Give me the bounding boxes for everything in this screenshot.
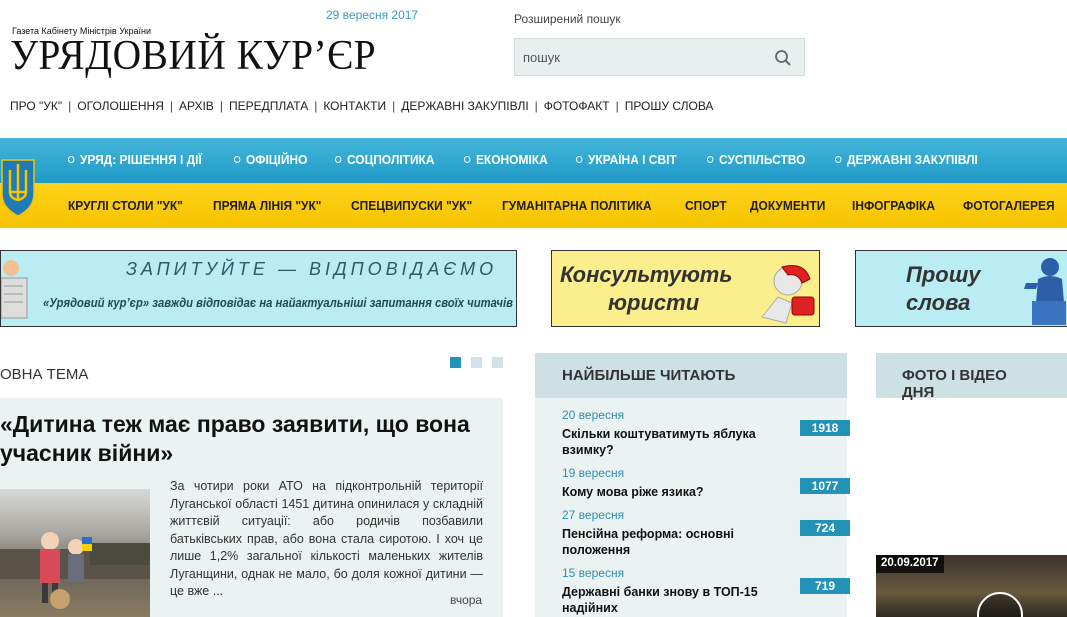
menu-item-government[interactable]: УРЯД: РІШЕННЯ І ДІЇ [68,152,202,167]
nav-separator: | [68,99,72,113]
banner-line: юристи [608,290,700,315]
video-date: 20.09.2017 [876,555,944,573]
bullet-icon [335,156,342,163]
most-read-item[interactable]: 20 вересня Скільки коштуватимуть яблука … [562,408,850,458]
menu-item-label: ОФІЦІЙНО [246,152,308,167]
most-read-title-link[interactable]: Пенсійна реформа: основні положення [562,526,762,558]
slider-dot-2[interactable] [471,357,482,368]
views-count-badge: 1918 [800,420,850,436]
reader-figure-icon [1,260,28,319]
banner-lawyers-text: Консультують юристи [560,261,732,317]
menu-item-social-policy[interactable]: СОЦПОЛІТИКА [335,152,435,167]
menu-item-label: ДЕРЖАВНІ ЗАКУПІВЛІ [846,152,978,167]
top-nav-contacts[interactable]: КОНТАКТИ [323,99,386,113]
top-nav-speak[interactable]: ПРОШУ СЛОВА [625,99,714,113]
article-headline[interactable]: «Дитина теж має право заявити, що вона у… [0,410,470,468]
nav-separator: | [314,99,318,113]
most-read-title: НАЙБІЛЬШЕ ЧИТАЮТЬ [535,353,847,398]
menu-item-economy[interactable]: ЕКОНОМІКА [464,152,548,167]
article-photo[interactable] [0,489,150,617]
slider-dot-1[interactable] [450,357,461,368]
most-read-item[interactable]: 19 вересня Кому мова ріже язика? 1077 [562,466,850,500]
menu-item-infographics[interactable]: ІНФОГРАФІКА [852,198,935,213]
slider-dot-3[interactable] [492,357,503,368]
banner-ask-answer[interactable]: ЗАПИТУЙТЕ — ВІДПОВІДАЄМО «Урядовий кур’є… [0,250,517,327]
bullet-icon [234,156,241,163]
trident-emblem-icon [1,159,35,217]
current-date: 29 вересня 2017 [326,8,419,22]
views-count-badge: 724 [800,520,850,536]
bullet-icon [834,156,842,163]
telephone-icon [761,265,815,324]
main-menu-blue: УРЯД: РІШЕННЯ І ДІЇ ОФІЦІЙНО СОЦПОЛІТИКА… [0,138,1067,183]
menu-item-sport[interactable]: СПОРТ [685,198,727,213]
nav-separator: | [169,99,173,113]
bullet-icon [706,156,714,163]
top-nav-about[interactable]: ПРО "УК" [10,99,62,113]
main-topic-section-title: ОВНА ТЕМА [0,366,89,383]
menu-item-official[interactable]: ОФІЦІЙНО [234,152,308,167]
children-soldiers-photo-icon [0,532,150,609]
photo-video-title: ФОТО І ВІДЕО ДНЯ [876,353,1067,401]
most-read-title-link[interactable]: Скільки коштуватимуть яблука взимку? [562,426,762,458]
banner-heading: ЗАПИТУЙТЕ — ВІДПОВІДАЄМО [126,259,498,279]
menu-item-society[interactable]: СУСПІЛЬСТВО [706,152,806,167]
banner-lawyers[interactable]: Консультують юристи [551,250,820,327]
most-read-title-link[interactable]: Кому мова ріже язика? [562,484,762,500]
top-nav-procurement[interactable]: ДЕРЖАВНІ ЗАКУПІВЛІ [401,99,528,113]
header: Газета Кабінету Міністрів України УРЯДОВ… [0,0,1067,138]
menu-item-label: УКРАЇНА І СВІТ [588,152,678,167]
menu-item-label: ЕКОНОМІКА [476,152,549,167]
menu-item-label: СУСПІЛЬСТВО [718,152,806,167]
video-thumbnail[interactable]: 20.09.2017 [876,555,1067,617]
slider-pagination [450,357,513,368]
nav-separator: | [392,99,396,113]
banner-speak-text: Прошу слова [906,261,981,317]
bullet-icon [576,156,583,163]
views-count-badge: 1077 [800,478,850,494]
top-nav-announcements[interactable]: ОГОЛОШЕННЯ [77,99,164,113]
top-nav-subscription[interactable]: ПЕРЕДПЛАТА [229,99,308,113]
speaker-podium-icon [1024,258,1066,325]
article-excerpt: За чотири роки АТО на підконтрольній тер… [170,479,483,598]
menu-item-humanitarian[interactable]: ГУМАНІТАРНА ПОЛІТИКА [502,198,652,213]
top-nav-archive[interactable]: АРХІВ [179,99,214,113]
most-read-item[interactable]: 27 вересня Пенсійна реформа: основні пол… [562,508,850,558]
menu-item-round-tables[interactable]: КРУГЛІ СТОЛИ "УК" [68,198,183,213]
banner-line: слова [906,290,971,315]
menu-item-procurement[interactable]: ДЕРЖАВНІ ЗАКУПІВЛІ [834,152,978,167]
menu-item-documents[interactable]: ДОКУМЕНТИ [750,198,825,213]
banner-subtext: «Урядовий кур’єр» завжди відповідає на н… [43,296,513,310]
banner-line: Консультують [560,262,733,287]
most-read-panel: НАЙБІЛЬШЕ ЧИТАЮТЬ 20 вересня Скільки кош… [535,353,850,617]
search-box [514,38,805,76]
menu-item-photo-gallery[interactable]: ФОТОГАЛЕРЕЯ [963,198,1055,213]
advanced-search-link[interactable]: Розширений пошук [514,12,621,26]
banner-speak[interactable]: Прошу слова [855,250,1067,327]
search-input[interactable] [523,47,763,67]
banner-line: Прошу [906,262,981,287]
nav-separator: | [615,99,619,113]
top-nav-photofact[interactable]: ФОТОФАКТ [544,99,610,113]
site-logo[interactable]: УРЯДОВИЙ КУР’ЄР [10,34,376,78]
menu-item-label: УРЯД: РІШЕННЯ І ДІЇ [79,152,202,167]
top-nav: ПРО "УК" | ОГОЛОШЕННЯ | АРХІВ | ПЕРЕДПЛАТА | КОН… [10,99,713,113]
most-read-title-link[interactable]: Державні банки знову в ТОП-15 надійних [562,584,762,616]
bullet-icon [68,156,75,163]
main-topic-article: «Дитина теж має право заявити, що вона у… [0,398,503,617]
most-read-item[interactable]: 15 вересня Державні банки знову в ТОП-15… [562,566,850,616]
main-menu-yellow: КРУГЛІ СТОЛИ "УК" ПРЯМА ЛІНІЯ "УК" СПЕЦВ… [0,183,1067,228]
play-icon[interactable] [977,592,1023,617]
menu-item-label: СОЦПОЛІТИКА [347,152,435,167]
menu-item-ukraine-world[interactable]: УКРАЇНА І СВІТ [576,152,677,167]
views-count-badge: 719 [800,578,850,594]
nav-separator: | [534,99,538,113]
nav-separator: | [219,99,223,113]
search-icon[interactable] [774,49,792,67]
bullet-icon [464,156,471,163]
menu-item-special-issues[interactable]: СПЕЦВИПУСКИ "УК" [351,198,472,213]
article-date: вчора [450,593,483,607]
menu-item-direct-line[interactable]: ПРЯМА ЛІНІЯ "УК" [213,198,321,213]
